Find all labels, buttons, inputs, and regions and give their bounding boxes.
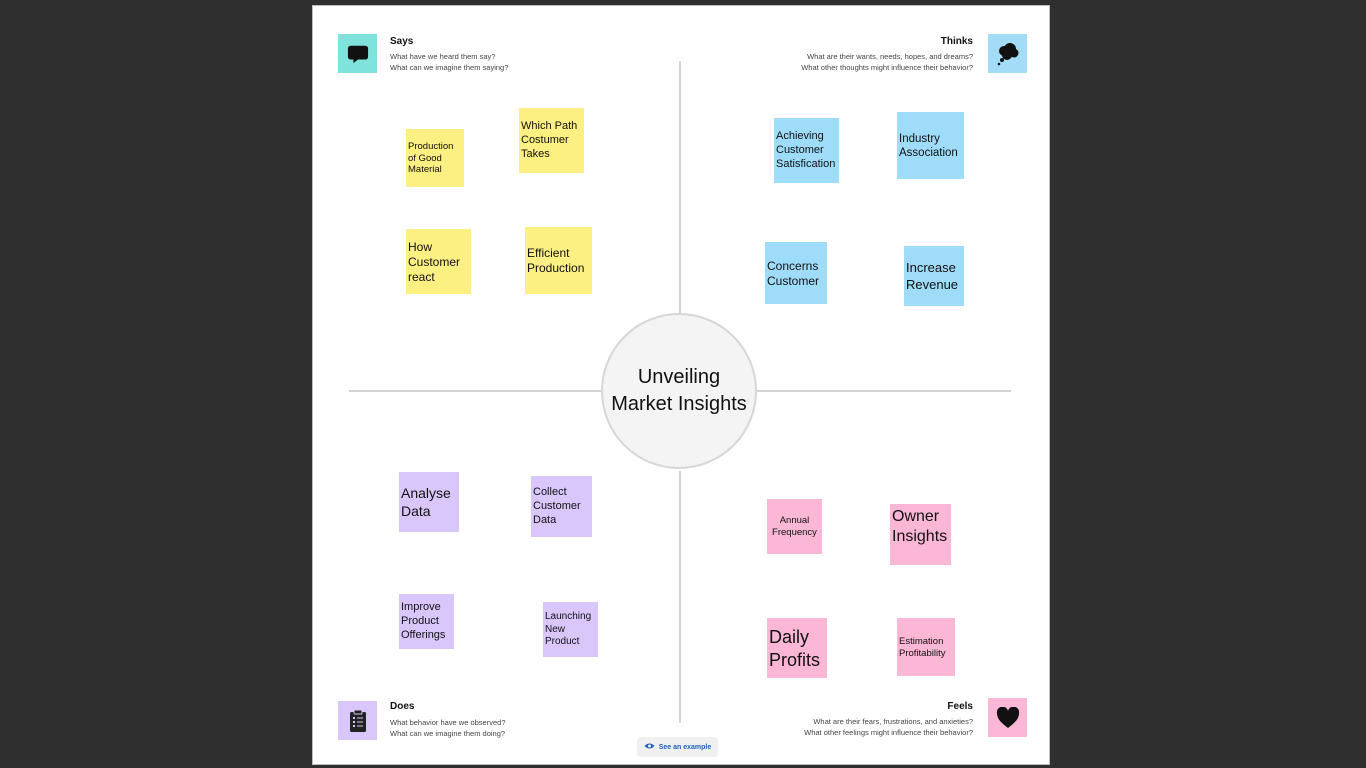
divider-vertical-top: [679, 61, 681, 314]
thinks-question-2: What other thoughts might influence thei…: [801, 63, 973, 72]
sticky-note-feels[interactable]: Estimation Profitability: [897, 618, 955, 676]
eye-icon: [644, 742, 655, 752]
empathy-map-board: Unveiling Market Insights Says What have…: [312, 5, 1050, 765]
sticky-note-does[interactable]: Improve Product Offerings: [399, 594, 454, 649]
sticky-note-feels[interactable]: Annual Frequency: [767, 499, 822, 554]
does-title: Does: [390, 701, 415, 712]
thinks-title: Thinks: [940, 36, 973, 47]
says-title: Says: [390, 36, 414, 47]
sticky-note-does[interactable]: Analyse Data: [399, 472, 459, 532]
thought-bubble-icon: [988, 34, 1027, 73]
sticky-note-says[interactable]: Production of Good Material: [406, 129, 464, 187]
sticky-note-thinks[interactable]: Concerns Customer: [765, 242, 827, 304]
center-circle[interactable]: Unveiling Market Insights: [601, 313, 757, 469]
divider-horizontal-left: [349, 390, 602, 392]
feels-question-2: What other feelings might influence thei…: [804, 728, 973, 737]
sticky-note-says[interactable]: How Customer react: [406, 229, 471, 294]
sticky-note-does[interactable]: Launching New Product: [543, 602, 598, 657]
sticky-note-thinks[interactable]: Achieving Customer Satisfication: [774, 118, 839, 183]
divider-horizontal-right: [757, 390, 1011, 392]
sticky-note-thinks[interactable]: Increase Revenue: [904, 246, 964, 306]
sticky-note-feels[interactable]: Owner Insights: [890, 504, 951, 565]
feels-question-1: What are their fears, frustrations, and …: [813, 717, 973, 726]
thinks-question-1: What are their wants, needs, hopes, and …: [807, 52, 973, 61]
sticky-note-feels[interactable]: Daily Profits: [767, 618, 827, 678]
sticky-note-does[interactable]: Collect Customer Data: [531, 476, 592, 537]
speech-bubble-icon: [338, 34, 377, 73]
says-question-2: What can we imagine them saying?: [390, 63, 509, 72]
says-question-1: What have we heard them say?: [390, 52, 496, 61]
heart-icon: [988, 698, 1027, 737]
sticky-note-says[interactable]: Efficient Production: [525, 227, 592, 294]
see-example-label: See an example: [658, 743, 712, 751]
sticky-note-says[interactable]: Which Path Costumer Takes: [519, 108, 584, 173]
feels-title: Feels: [947, 701, 973, 712]
sticky-note-thinks[interactable]: Industry Association: [897, 112, 964, 179]
does-question-1: What behavior have we observed?: [390, 718, 506, 727]
divider-vertical-bottom: [679, 471, 681, 723]
does-question-2: What can we imagine them doing?: [390, 729, 506, 738]
see-example-button[interactable]: See an example: [637, 737, 718, 757]
clipboard-icon: [338, 701, 377, 740]
center-title: Unveiling Market Insights: [611, 366, 747, 415]
